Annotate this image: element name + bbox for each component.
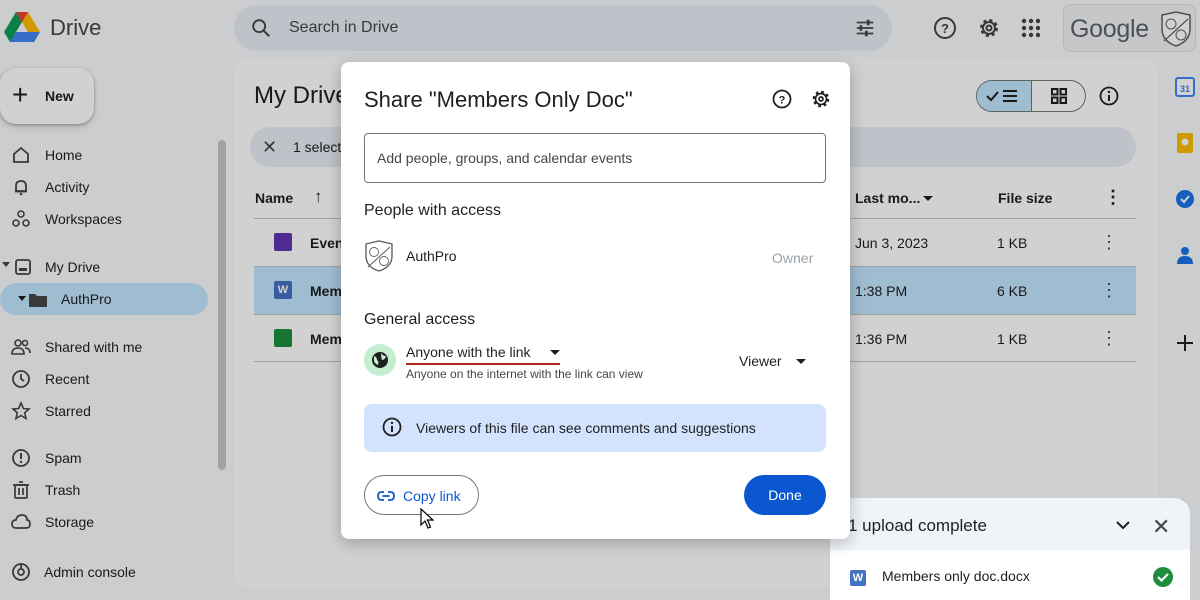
people-with-access-heading: People with access	[364, 202, 501, 219]
word-file-icon: W	[850, 570, 866, 586]
close-icon[interactable]: ✕	[1152, 514, 1170, 540]
person-role: Owner	[772, 250, 814, 266]
info-banner: Viewers of this file can see comments an…	[364, 404, 826, 452]
dialog-title: Share "Members Only Doc"	[364, 87, 633, 112]
info-icon	[382, 417, 402, 437]
chevron-down-icon[interactable]	[1114, 516, 1132, 534]
upload-file-name: Members only doc.docx	[882, 568, 1030, 584]
globe-icon	[364, 344, 396, 376]
copy-link-label: Copy link	[403, 488, 461, 504]
upload-item[interactable]: W Members only doc.docx	[830, 550, 1190, 600]
check-circle-icon	[1153, 567, 1173, 587]
avatar	[365, 240, 393, 272]
role-dropdown[interactable]: Viewer	[739, 353, 806, 369]
general-access-value: Anyone with the link	[406, 344, 531, 360]
dropdown-arrow-icon	[796, 359, 806, 364]
share-dialog: Share "Members Only Doc" ? People with a…	[341, 62, 850, 539]
role-value: Viewer	[739, 353, 782, 369]
dropdown-arrow-icon	[550, 350, 560, 355]
svg-text:?: ?	[779, 95, 786, 107]
general-access-dropdown[interactable]: Anyone with the link	[406, 344, 560, 364]
settings-icon[interactable]	[811, 89, 831, 109]
help-icon[interactable]: ?	[772, 89, 792, 109]
add-people-input[interactable]	[377, 146, 807, 170]
done-button-label: Done	[768, 487, 802, 503]
link-icon	[377, 491, 395, 501]
add-people-field[interactable]	[364, 133, 826, 183]
upload-status-panel: 1 upload complete ✕ W Members only doc.d…	[830, 498, 1190, 600]
general-access-description: Anyone on the internet with the link can…	[406, 367, 643, 381]
upload-status-title: 1 upload complete	[848, 516, 987, 535]
info-banner-text: Viewers of this file can see comments an…	[416, 420, 756, 436]
highlight-underline	[406, 363, 560, 365]
done-button[interactable]: Done	[744, 475, 826, 515]
general-access-heading: General access	[364, 311, 476, 328]
mouse-cursor-icon	[420, 508, 434, 529]
person-name: AuthPro	[406, 248, 457, 264]
